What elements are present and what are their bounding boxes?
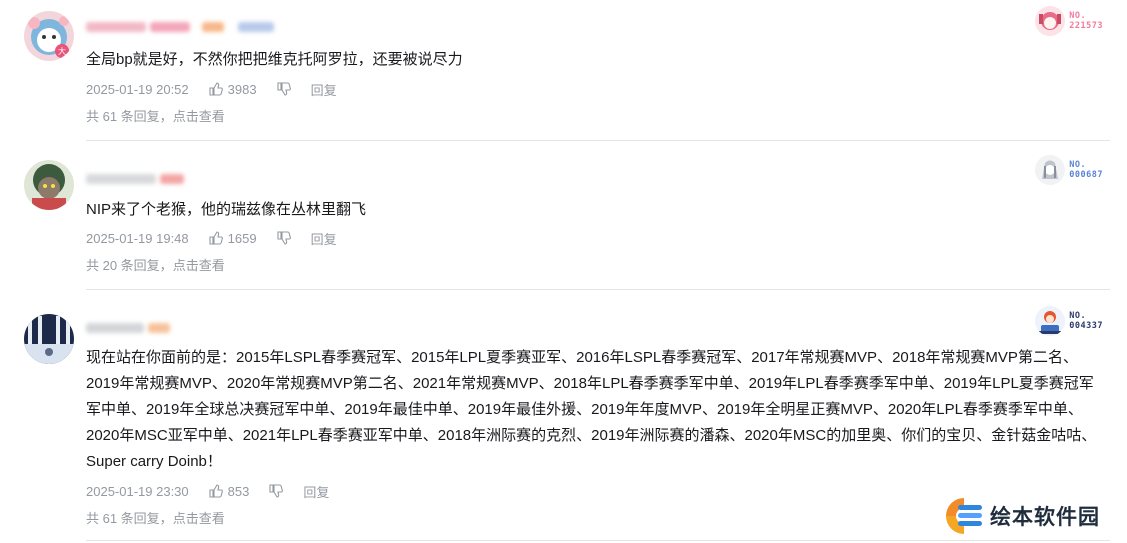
thumbs-down-icon xyxy=(277,82,291,96)
dislike-button[interactable] xyxy=(269,484,284,498)
badge-number: NO. 000687 xyxy=(1069,160,1103,180)
fan-card-badge: NO. 221573 xyxy=(1035,6,1103,36)
avatar-image xyxy=(24,160,74,210)
avatar-image: 大 xyxy=(24,11,74,61)
level-badge xyxy=(148,323,170,333)
reply-button[interactable]: 回复 xyxy=(311,229,337,248)
comment-time: 2025-01-19 19:48 xyxy=(86,230,189,246)
thumbs-up-icon xyxy=(209,82,223,96)
divider xyxy=(86,140,1110,141)
username[interactable] xyxy=(86,21,274,33)
reply-button[interactable]: 回复 xyxy=(311,80,337,99)
badge-number: NO. 004337 xyxy=(1069,311,1103,331)
watermark-text: 绘本软件园 xyxy=(990,506,1100,529)
dislike-button[interactable] xyxy=(277,231,291,245)
fan-card-badge: NO. 004337 xyxy=(1035,306,1103,336)
fan-badge xyxy=(238,22,274,32)
replies-summary: 共 20 条回复， 点击查看 xyxy=(86,255,225,273)
view-replies-link[interactable]: 点击查看 xyxy=(173,255,225,274)
divider xyxy=(86,289,1110,290)
username[interactable] xyxy=(86,173,184,185)
view-replies-link[interactable]: 点击查看 xyxy=(173,106,225,125)
watermark-logo-icon xyxy=(946,498,982,534)
replies-count: 共 61 条回复， xyxy=(86,108,173,124)
username-blur xyxy=(150,22,190,32)
watermark: 绘本软件园 xyxy=(944,496,1100,536)
badge-icon xyxy=(1035,155,1066,185)
dislike-button[interactable] xyxy=(277,82,291,96)
fan-card-badge: NO. 000687 xyxy=(1035,155,1103,185)
comment-text: NIP来了个老猴，他的瑞兹像在丛林里翻飞 xyxy=(86,201,367,218)
avatar[interactable] xyxy=(24,160,74,210)
avatar-image xyxy=(24,314,74,364)
comment-meta: 2025-01-19 19:48 1659 回复 xyxy=(86,229,337,247)
comment-meta: 2025-01-19 20:52 3983 回复 xyxy=(86,80,337,98)
username-blur xyxy=(86,323,144,333)
reply-button[interactable]: 回复 xyxy=(303,482,329,501)
replies-count: 共 20 条回复， xyxy=(86,257,173,273)
badge-icon xyxy=(1035,6,1066,36)
badge-number: NO. 221573 xyxy=(1069,11,1103,31)
comment-time: 2025-01-19 23:30 xyxy=(86,483,189,499)
thumbs-down-icon xyxy=(269,484,284,498)
username-blur xyxy=(86,22,146,32)
replies-summary: 共 61 条回复， 点击查看 xyxy=(86,508,225,526)
like-count: 1659 xyxy=(227,230,257,246)
comment-text: 现在站在你面前的是：2015年LSPL春季赛冠军、2015年LPL夏季赛亚军、2… xyxy=(86,349,1097,470)
thumbs-down-icon xyxy=(277,231,291,245)
like-count: 3983 xyxy=(227,81,257,97)
replies-count: 共 61 条回复， xyxy=(86,510,173,526)
avatar[interactable] xyxy=(24,314,74,364)
like-count: 853 xyxy=(227,483,250,499)
comment-time: 2025-01-19 20:52 xyxy=(86,81,189,97)
thumbs-up-icon xyxy=(209,484,223,498)
view-replies-link[interactable]: 点击查看 xyxy=(173,508,225,527)
like-button[interactable]: 1659 xyxy=(209,231,257,246)
username[interactable] xyxy=(86,322,170,334)
comment-text: 全局bp就是好，不然你把把维克托阿罗拉，还要被说尽力 xyxy=(86,51,463,68)
badge-icon xyxy=(1035,306,1066,336)
level-badge xyxy=(160,174,184,184)
avatar[interactable]: 大 xyxy=(24,11,74,61)
thumbs-up-icon xyxy=(209,231,223,245)
level-badge xyxy=(202,22,224,32)
comment-meta: 2025-01-19 23:30 853 回复 xyxy=(86,482,329,500)
divider xyxy=(86,540,1110,541)
replies-summary: 共 61 条回复， 点击查看 xyxy=(86,106,225,124)
username-blur xyxy=(86,174,156,184)
like-button[interactable]: 853 xyxy=(209,483,250,499)
like-button[interactable]: 3983 xyxy=(209,82,257,97)
svg-text:大: 大 xyxy=(58,46,66,56)
